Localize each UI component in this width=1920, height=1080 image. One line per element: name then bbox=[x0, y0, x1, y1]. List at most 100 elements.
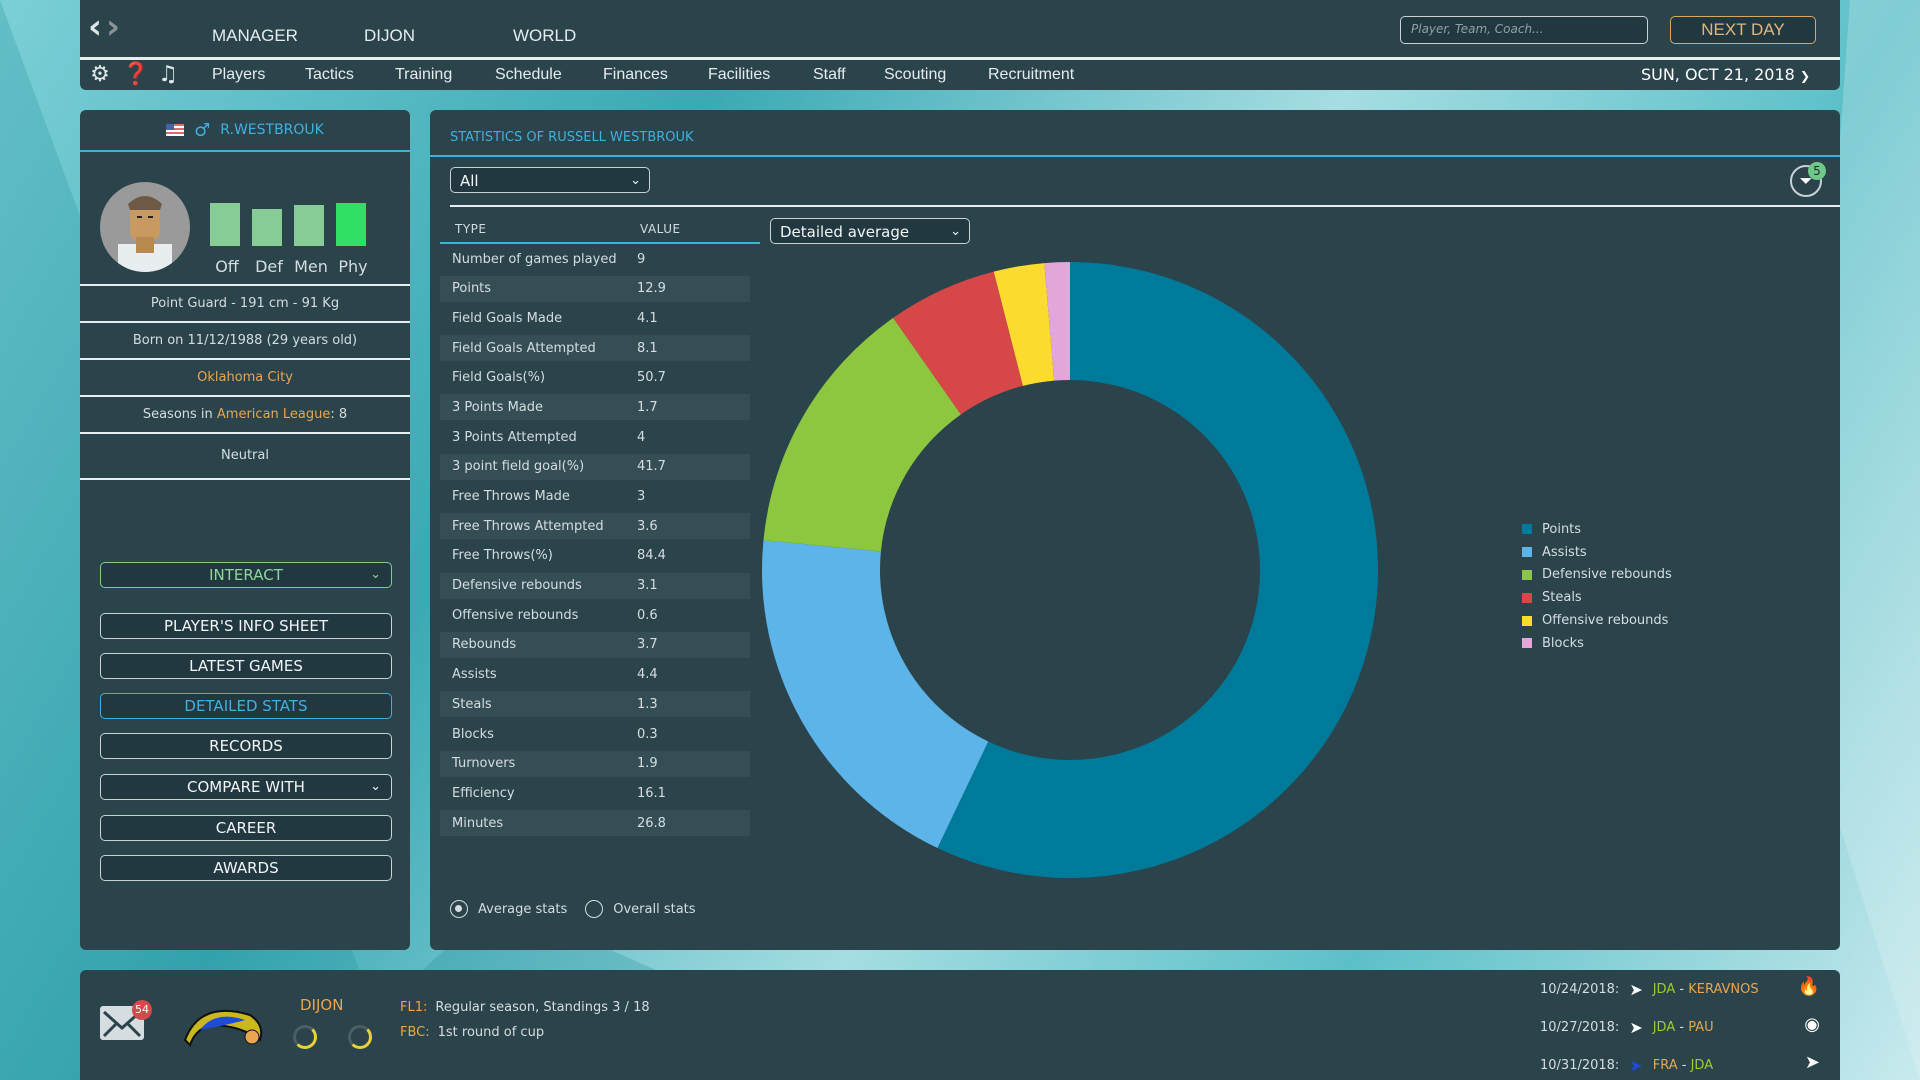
rating-label: Off bbox=[215, 257, 239, 276]
tab-scouting[interactable]: Scouting bbox=[884, 66, 946, 84]
stat-type: 3 Points Made bbox=[452, 399, 544, 415]
stats-mode-select[interactable]: Detailed average ⌄ bbox=[770, 218, 970, 244]
legend-item: Blocks bbox=[1522, 632, 1672, 655]
legend-label: Defensive rebounds bbox=[1542, 567, 1672, 583]
legend-swatch bbox=[1522, 524, 1532, 535]
team-name[interactable]: DIJON bbox=[300, 996, 343, 1014]
info-sheet-button[interactable]: PLAYER'S INFO SHEET bbox=[100, 613, 392, 639]
stat-value: 4.4 bbox=[637, 667, 658, 683]
legend-swatch bbox=[1522, 569, 1532, 580]
away-team: PAU bbox=[1688, 1019, 1714, 1035]
stats-table-row: Rebounds 3.7 bbox=[440, 631, 750, 658]
home-team: JDA bbox=[1652, 1019, 1676, 1035]
separator: - bbox=[1675, 981, 1689, 997]
top-header: ‹ › MANAGER DIJON WORLD NEXT DAY ⚙ ❓ ♫ P… bbox=[80, 0, 1840, 90]
current-date[interactable]: SUN, OCT 21, 2018 ❯ bbox=[1641, 65, 1810, 84]
stat-value: 0.6 bbox=[637, 607, 658, 623]
next-day-button[interactable]: NEXT DAY bbox=[1670, 16, 1816, 44]
overall-stats-label[interactable]: Overall stats bbox=[613, 902, 695, 917]
tab-manager[interactable]: MANAGER bbox=[212, 26, 298, 46]
player-short-name[interactable]: R.WESTBROUK bbox=[220, 122, 324, 138]
tab-dijon[interactable]: DIJON bbox=[364, 26, 415, 46]
rating-bar-off bbox=[210, 192, 240, 246]
player-card-panel: ♂ R.WESTBROUK Off Def Men Phy Point Guard -… bbox=[80, 110, 410, 950]
awards-button[interactable]: AWARDS bbox=[100, 855, 392, 881]
stat-value: 26.8 bbox=[637, 815, 666, 831]
stat-value: 3 bbox=[637, 489, 646, 504]
stat-type: 3 point field goal(%) bbox=[452, 459, 585, 475]
stats-mode-value: Detailed average bbox=[780, 223, 910, 241]
player-avatar bbox=[100, 182, 190, 272]
upcoming-game-row[interactable]: 10/31/2018: ➤ FRA - JDA bbox=[1540, 1054, 1713, 1076]
stat-value: 0.3 bbox=[637, 726, 658, 742]
detailed-stats-button[interactable]: DETAILED STATS bbox=[100, 693, 392, 719]
upcoming-game-row[interactable]: 10/24/2018: ➤ JDA - KERAVNOS bbox=[1540, 978, 1759, 1000]
stats-table-row: Field Goals Attempted 8.1 bbox=[440, 335, 750, 362]
home-team-logo-icon: ➤ bbox=[1629, 1017, 1643, 1037]
search-box[interactable] bbox=[1400, 16, 1651, 44]
player-header: ♂ R.WESTBROUK bbox=[80, 110, 410, 152]
stat-type: Assists bbox=[452, 667, 497, 683]
rating-bar-fill bbox=[252, 209, 282, 246]
tab-schedule[interactable]: Schedule bbox=[495, 66, 562, 84]
rating-bar-def bbox=[252, 192, 282, 246]
stats-donut-chart bbox=[762, 262, 1378, 878]
search-input[interactable] bbox=[1401, 17, 1651, 41]
forward-arrow-icon[interactable]: › bbox=[106, 10, 120, 44]
compare-with-dropdown[interactable]: COMPARE WITH ⌄ bbox=[100, 774, 392, 800]
tab-recruitment[interactable]: Recruitment bbox=[988, 66, 1074, 84]
stats-table-row: Efficiency 16.1 bbox=[440, 780, 750, 806]
player-city[interactable]: Oklahoma City bbox=[80, 360, 410, 397]
records-button[interactable]: RECORDS bbox=[100, 733, 392, 759]
career-button[interactable]: CAREER bbox=[100, 815, 392, 841]
tab-players[interactable]: Players bbox=[212, 66, 265, 84]
tab-staff[interactable]: Staff bbox=[813, 66, 846, 84]
rating-label: Men bbox=[294, 257, 328, 276]
tab-facilities[interactable]: Facilities bbox=[708, 66, 770, 84]
music-note-icon[interactable]: ♫ bbox=[156, 62, 180, 87]
legend-label: Assists bbox=[1542, 544, 1587, 560]
player-mood: Neutral bbox=[80, 434, 410, 480]
player-seasons: Seasons in American League: 8 bbox=[80, 397, 410, 434]
legend-swatch bbox=[1522, 638, 1532, 649]
average-stats-radio[interactable] bbox=[450, 900, 468, 918]
tab-world[interactable]: WORLD bbox=[513, 26, 576, 46]
tab-tactics[interactable]: Tactics bbox=[305, 66, 354, 84]
league-link[interactable]: American League bbox=[217, 407, 330, 422]
stat-type: Rebounds bbox=[452, 637, 517, 653]
legend-swatch bbox=[1522, 592, 1532, 603]
stats-type-radio-group: Average stats Overall stats bbox=[450, 900, 696, 918]
stat-value: 50.7 bbox=[637, 370, 666, 386]
settings-gear-icon[interactable]: ⚙ bbox=[88, 62, 112, 87]
chart-legend: Points Assists Defensive rebounds Steals Off… bbox=[1522, 518, 1672, 655]
upcoming-game-row[interactable]: 10/27/2018: ➤ JDA - PAU bbox=[1540, 1016, 1714, 1038]
legend-item: Offensive rebounds bbox=[1522, 609, 1672, 632]
stats-table-row: 3 Points Attempted 4 bbox=[440, 424, 750, 450]
mail-count-badge: 54 bbox=[132, 1000, 152, 1020]
legend-swatch bbox=[1522, 547, 1532, 558]
stat-value: 12.9 bbox=[637, 281, 666, 297]
table-header-divider bbox=[440, 242, 760, 244]
column-header-type: TYPE bbox=[455, 222, 487, 236]
legend-label: Points bbox=[1542, 521, 1582, 537]
rating-bar-fill bbox=[294, 204, 324, 246]
overall-stats-radio[interactable] bbox=[585, 900, 604, 918]
tab-training[interactable]: Training bbox=[395, 66, 452, 84]
stat-type: Turnovers bbox=[452, 756, 516, 772]
stats-table-row: 3 point field goal(%) 41.7 bbox=[440, 453, 750, 480]
game-date: 10/24/2018: bbox=[1540, 981, 1620, 997]
game-date: 10/31/2018: bbox=[1540, 1057, 1620, 1073]
latest-games-button[interactable]: LATEST GAMES bbox=[100, 653, 392, 679]
title-divider bbox=[430, 155, 1840, 157]
team-eagle-logo[interactable] bbox=[180, 995, 270, 1055]
competition-filter-select[interactable]: All ⌄ bbox=[450, 167, 650, 193]
stat-value: 1.9 bbox=[637, 756, 658, 772]
game-date: 10/27/2018: bbox=[1540, 1019, 1620, 1035]
donut-slice-assists[interactable] bbox=[762, 540, 989, 849]
help-icon[interactable]: ❓ bbox=[122, 62, 149, 87]
tab-finances[interactable]: Finances bbox=[603, 66, 668, 84]
back-arrow-icon[interactable]: ‹ bbox=[88, 10, 102, 44]
interact-dropdown[interactable]: INTERACT ⌄ bbox=[100, 562, 392, 588]
home-team-logo-icon: ➤ bbox=[1629, 979, 1643, 999]
average-stats-label[interactable]: Average stats bbox=[478, 902, 567, 917]
